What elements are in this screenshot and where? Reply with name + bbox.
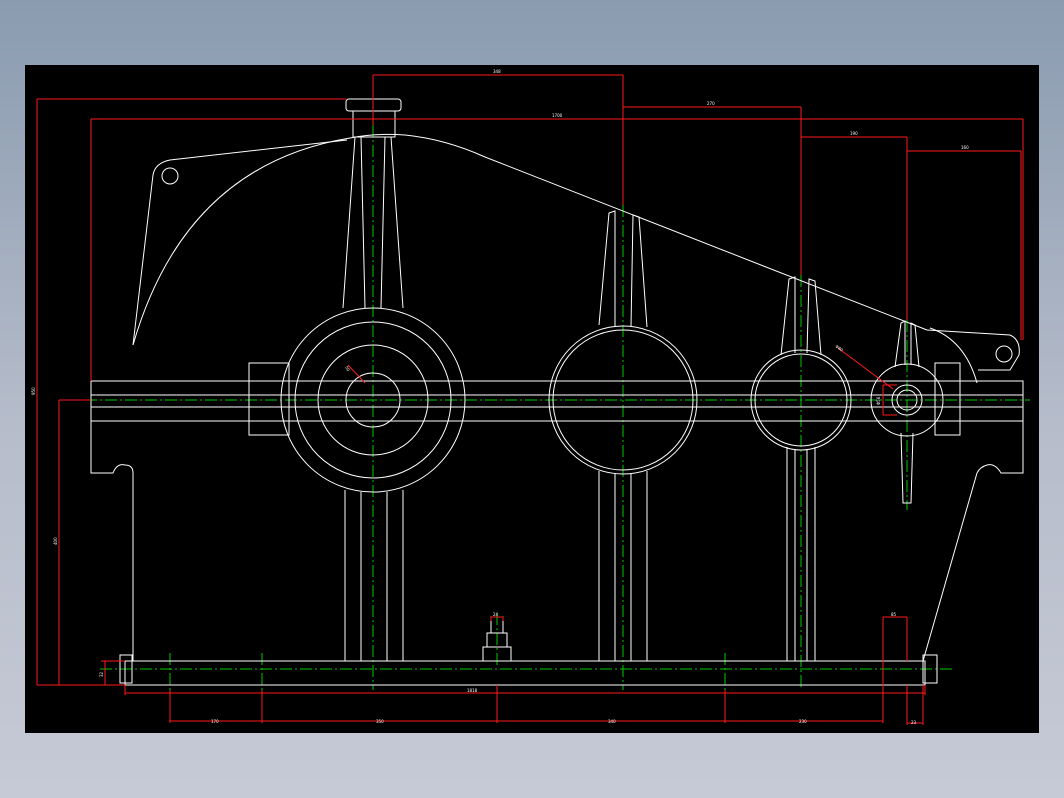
base-plate xyxy=(124,660,926,686)
rib-upper-4 xyxy=(894,320,906,368)
dim-input-bore: 50 xyxy=(344,365,351,372)
dim-top-shaft: 348 xyxy=(493,69,501,74)
right-lifting-lug xyxy=(926,329,1020,371)
gearbox-drawing: 348 1700 270 190 160 950 400 32 1818 170… xyxy=(31,69,1030,725)
rib-upper-1b xyxy=(380,136,404,309)
rib-upper-4b xyxy=(910,322,920,368)
left-boss-plate xyxy=(248,362,290,436)
right-cover-arc xyxy=(929,327,978,384)
dim-base-thickness: 32 xyxy=(99,671,104,677)
left-flange-tab xyxy=(90,421,134,474)
dim-center-3-4: 190 xyxy=(850,131,858,136)
dim-foot-3: 340 xyxy=(608,719,616,724)
dim-right-foot: 85 xyxy=(891,612,897,617)
rib-upper-2b xyxy=(630,214,648,328)
dim-foot-end: 23 xyxy=(911,720,917,725)
dim-foot-4: 230 xyxy=(799,719,807,724)
right-boss-plate xyxy=(934,362,961,436)
rib-upper-3 xyxy=(780,276,796,356)
dim-foot-1: 170 xyxy=(211,719,219,724)
inspection-neck xyxy=(352,110,396,138)
rib-upper-3b xyxy=(806,278,822,356)
dim-overall-top: 1700 xyxy=(552,113,563,118)
cover-top-slope xyxy=(349,133,928,331)
dim-total-height: 950 xyxy=(31,387,36,395)
cad-drawing-frame: 348 1700 270 190 160 950 400 32 1818 170… xyxy=(25,65,1039,733)
right-flange-tab xyxy=(976,421,1024,474)
left-lifting-lug xyxy=(132,139,348,346)
dim-center-2-3: 270 xyxy=(707,101,715,106)
dim-center-height: 400 xyxy=(53,537,58,545)
dim-foot-2: 350 xyxy=(376,719,384,724)
dim-end-right: 160 xyxy=(961,145,969,150)
dim-base-length: 1818 xyxy=(467,688,478,693)
dim-drain-plug: 24 xyxy=(493,612,499,617)
rib-upper-2 xyxy=(598,210,616,327)
right-lug-hole xyxy=(995,345,1013,363)
dim-input-shaft: Φ56 xyxy=(876,396,881,405)
right-wall xyxy=(922,472,978,662)
rib-upper-1 xyxy=(342,136,366,309)
left-lug-hole xyxy=(161,167,179,185)
